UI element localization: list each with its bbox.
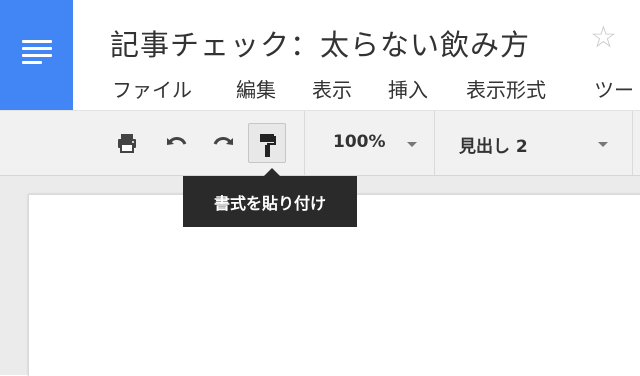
undo-button[interactable] bbox=[158, 123, 196, 163]
toolbar-separator bbox=[632, 111, 633, 175]
docs-logo-icon[interactable] bbox=[0, 0, 73, 110]
document-title[interactable]: 記事チェック：太らない飲み方 bbox=[110, 22, 530, 64]
paint-roller-icon bbox=[260, 134, 276, 157]
toolbar-separator bbox=[434, 111, 435, 175]
menu-file[interactable]: ファイル bbox=[112, 74, 192, 103]
redo-button[interactable] bbox=[204, 123, 242, 163]
menu-edit[interactable]: 編集 bbox=[236, 74, 276, 103]
print-button[interactable] bbox=[108, 123, 146, 163]
logo-line bbox=[22, 47, 52, 50]
star-outline-icon[interactable]: ☆ bbox=[590, 20, 617, 55]
tooltip-arrow bbox=[264, 168, 280, 176]
redo-icon bbox=[213, 137, 233, 145]
zoom-value: 100% bbox=[333, 132, 386, 152]
chevron-down-icon bbox=[407, 142, 417, 147]
paint-format-button[interactable] bbox=[248, 123, 286, 163]
logo-line bbox=[22, 40, 52, 43]
chevron-down-icon bbox=[598, 142, 608, 147]
logo-line bbox=[22, 54, 52, 57]
toolbar: 100% 見出し 2 bbox=[0, 110, 640, 176]
toolbar-separator bbox=[304, 111, 305, 175]
menu-view[interactable]: 表示 bbox=[312, 74, 352, 103]
menu-insert[interactable]: 挿入 bbox=[388, 74, 428, 103]
logo-line bbox=[22, 61, 42, 64]
menu-tools[interactable]: ツー bbox=[594, 74, 634, 103]
print-icon bbox=[118, 134, 136, 153]
paragraph-style-value: 見出し 2 bbox=[459, 137, 528, 157]
menu-format[interactable]: 表示形式 bbox=[466, 74, 546, 103]
undo-icon bbox=[167, 137, 187, 145]
tooltip: 書式を貼り付け bbox=[183, 176, 357, 227]
